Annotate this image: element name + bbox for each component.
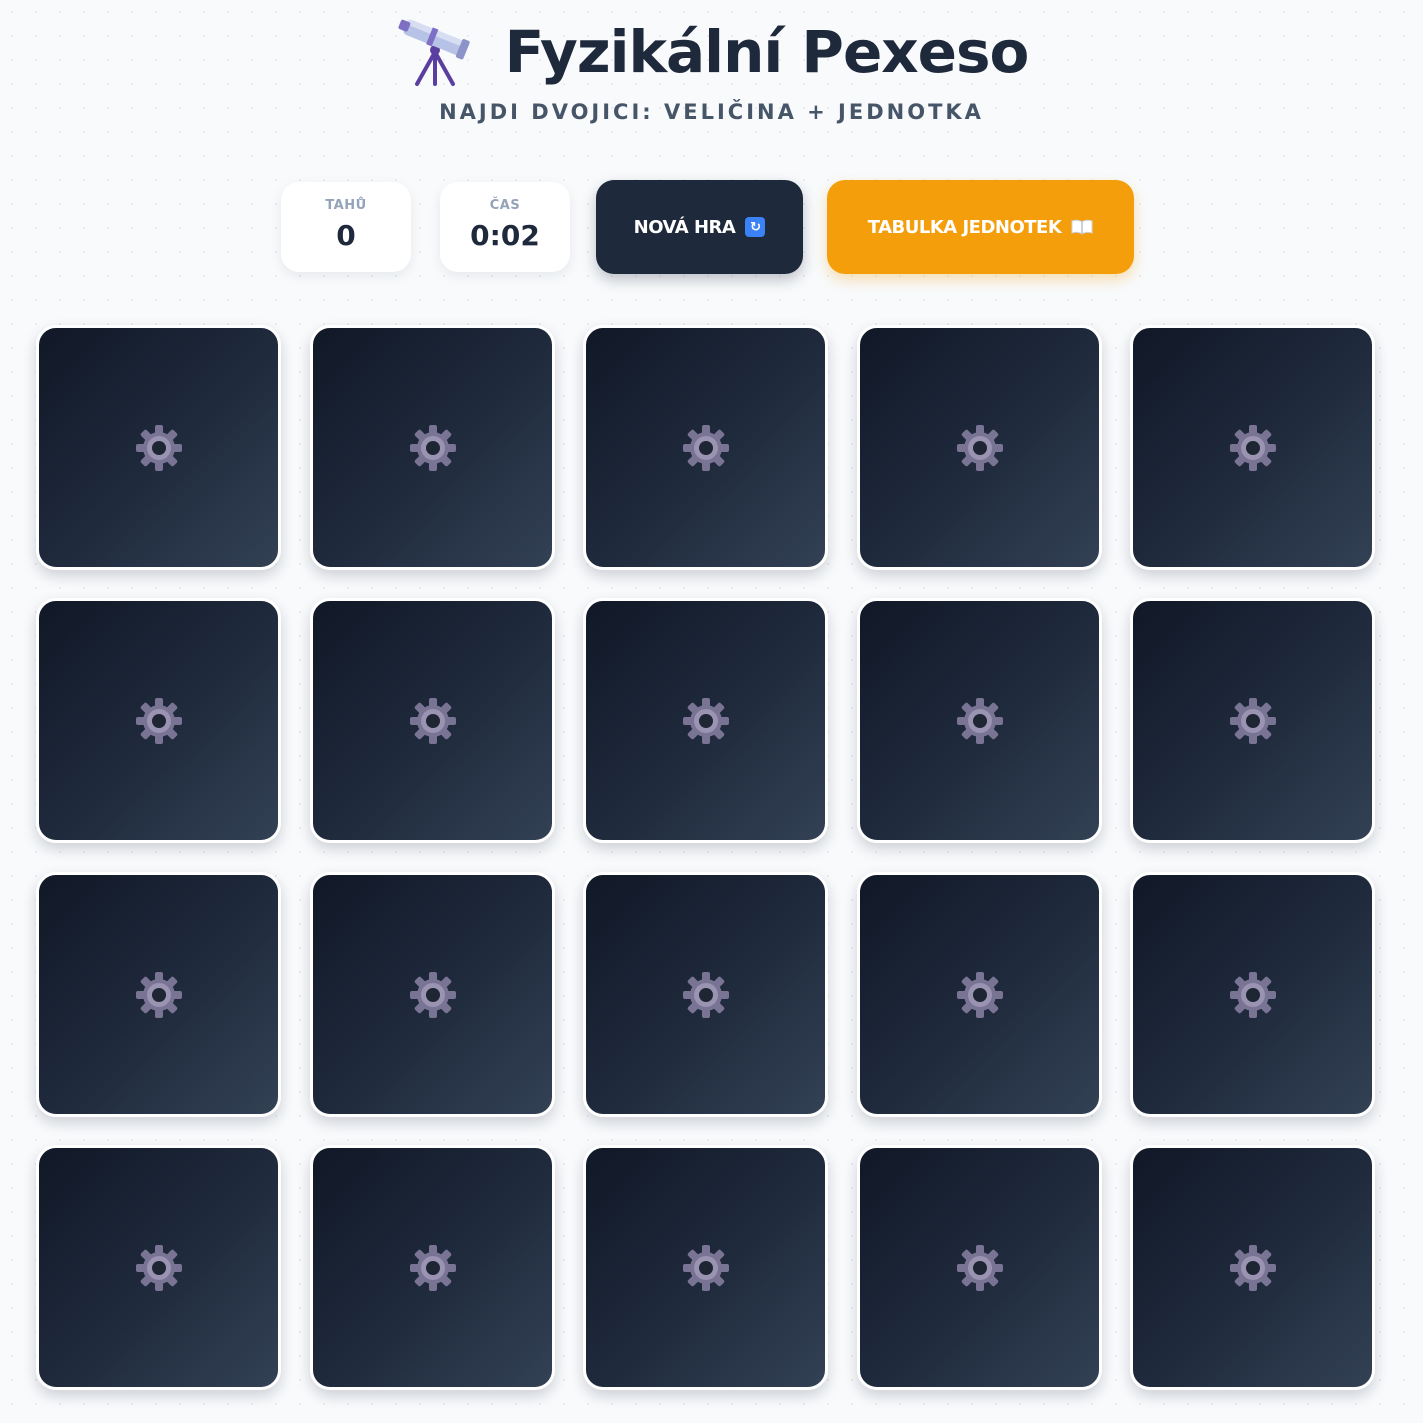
card-back[interactable] [310, 598, 555, 843]
card-back[interactable] [36, 872, 281, 1117]
page-title: Fyzikální Pexeso [504, 18, 1030, 86]
book-icon [1071, 219, 1093, 235]
gear-icon [135, 971, 182, 1018]
gear-icon [956, 424, 1003, 471]
card-back[interactable] [583, 1145, 828, 1390]
gear-icon [135, 1244, 182, 1291]
time-value: 0:02 [470, 219, 540, 252]
gear-icon [135, 424, 182, 471]
card-back[interactable] [857, 325, 1102, 570]
gear-icon [409, 1244, 456, 1291]
card-back[interactable] [583, 598, 828, 843]
page-subtitle: NAJDI DVOJICI: VELIČINA + JEDNOTKA [439, 100, 984, 124]
card-back[interactable] [1130, 325, 1375, 570]
gear-icon [682, 424, 729, 471]
gear-icon [135, 697, 182, 744]
card-back[interactable] [36, 325, 281, 570]
time-label: ČAS [489, 198, 521, 213]
card-back[interactable] [36, 1145, 281, 1390]
timer: ČAS 0:02 [440, 182, 570, 272]
title-row: Fyzikální Pexeso [0, 10, 1423, 94]
gear-icon [682, 971, 729, 1018]
gear-icon [956, 1244, 1003, 1291]
card-back[interactable] [36, 598, 281, 843]
card-back[interactable] [1130, 598, 1375, 843]
gear-icon [682, 697, 729, 744]
card-back[interactable] [310, 1145, 555, 1390]
gear-icon [956, 697, 1003, 744]
card-back[interactable] [857, 1145, 1102, 1390]
unit-table-label: TABULKA JEDNOTEK [867, 216, 1062, 238]
moves-counter: TAHŮ 0 [281, 182, 411, 272]
gear-icon [956, 971, 1003, 1018]
card-back[interactable] [857, 872, 1102, 1117]
telescope-icon [395, 10, 475, 94]
gear-icon [409, 424, 456, 471]
new-game-button[interactable]: NOVÁ HRA ↻ [596, 180, 803, 274]
gear-icon [1229, 971, 1276, 1018]
unit-table-button[interactable]: TABULKA JEDNOTEK [827, 180, 1134, 274]
card-back[interactable] [1130, 1145, 1375, 1390]
header: Fyzikální Pexeso NAJDI DVOJICI: VELIČINA… [0, 0, 1423, 140]
gear-icon [1229, 424, 1276, 471]
new-game-label: NOVÁ HRA [633, 216, 736, 238]
gear-icon [409, 697, 456, 744]
card-back[interactable] [583, 325, 828, 570]
moves-label: TAHŮ [325, 198, 367, 213]
gear-icon [682, 1244, 729, 1291]
card-back[interactable] [310, 872, 555, 1117]
card-back[interactable] [583, 872, 828, 1117]
gear-icon [1229, 697, 1276, 744]
card-back[interactable] [310, 325, 555, 570]
gear-icon [409, 971, 456, 1018]
card-back[interactable] [857, 598, 1102, 843]
refresh-icon: ↻ [745, 217, 766, 237]
gear-icon [1229, 1244, 1276, 1291]
moves-value: 0 [336, 219, 356, 252]
card-back[interactable] [1130, 872, 1375, 1117]
